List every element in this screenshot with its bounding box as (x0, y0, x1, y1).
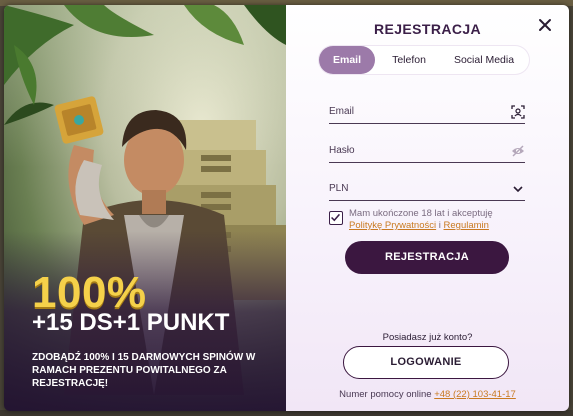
checkmark-icon (331, 213, 341, 222)
consent-text: Mam ukończone 18 lat i akceptuję Polityk… (349, 208, 529, 232)
password-field[interactable]: Hasło (329, 141, 525, 163)
promo-panel: 100% +15 DS+1 PUNKT ZDOBĄDŹ 100% I 15 DA… (4, 5, 286, 411)
age-consent-checkbox[interactable] (329, 211, 343, 225)
tab-phone[interactable]: Telefon (381, 46, 437, 74)
currency-value: PLN (329, 183, 349, 194)
login-button[interactable]: LOGOWANIE (343, 346, 509, 379)
password-label: Hasło (329, 145, 355, 156)
privacy-policy-link[interactable]: Politykę Prywatności (349, 220, 436, 231)
have-account-text: Posiadasz już konto? (382, 332, 473, 343)
currency-select[interactable]: PLN (329, 179, 525, 201)
signup-method-tabs: Email Telefon Social Media (319, 46, 529, 74)
registration-form: REJESTRACJA Email Telefon Social Media E… (286, 5, 569, 411)
consent-and: i (438, 220, 441, 231)
register-button[interactable]: REJESTRACJA (345, 241, 509, 274)
promo-description: ZDOBĄDŹ 100% I 15 DARMOWYCH SPINÓW W RAM… (32, 352, 256, 389)
email-label: Email (329, 106, 355, 117)
id-scan-icon[interactable] (511, 105, 525, 119)
email-field[interactable]: Email (329, 102, 525, 124)
helpline: Numer pomocy online +48 (22) 103-41-17 (286, 389, 569, 400)
registration-modal: 100% +15 DS+1 PUNKT ZDOBĄDŹ 100% I 15 DA… (4, 5, 569, 411)
form-title: REJESTRACJA (373, 21, 482, 37)
terms-link[interactable]: Regulamin (444, 220, 489, 231)
helpline-phone-link[interactable]: +48 (22) 103-41-17 (434, 389, 516, 400)
tab-email[interactable]: Email (319, 46, 375, 74)
promo-bonus: +15 DS+1 PUNKT (32, 309, 230, 336)
chevron-down-icon (513, 186, 523, 193)
helpline-label: Numer pomocy online (339, 389, 432, 400)
eye-off-icon[interactable] (511, 144, 525, 158)
consent-label: Mam ukończone 18 lat i akceptuję (349, 208, 493, 219)
tab-social-media[interactable]: Social Media (441, 46, 527, 74)
